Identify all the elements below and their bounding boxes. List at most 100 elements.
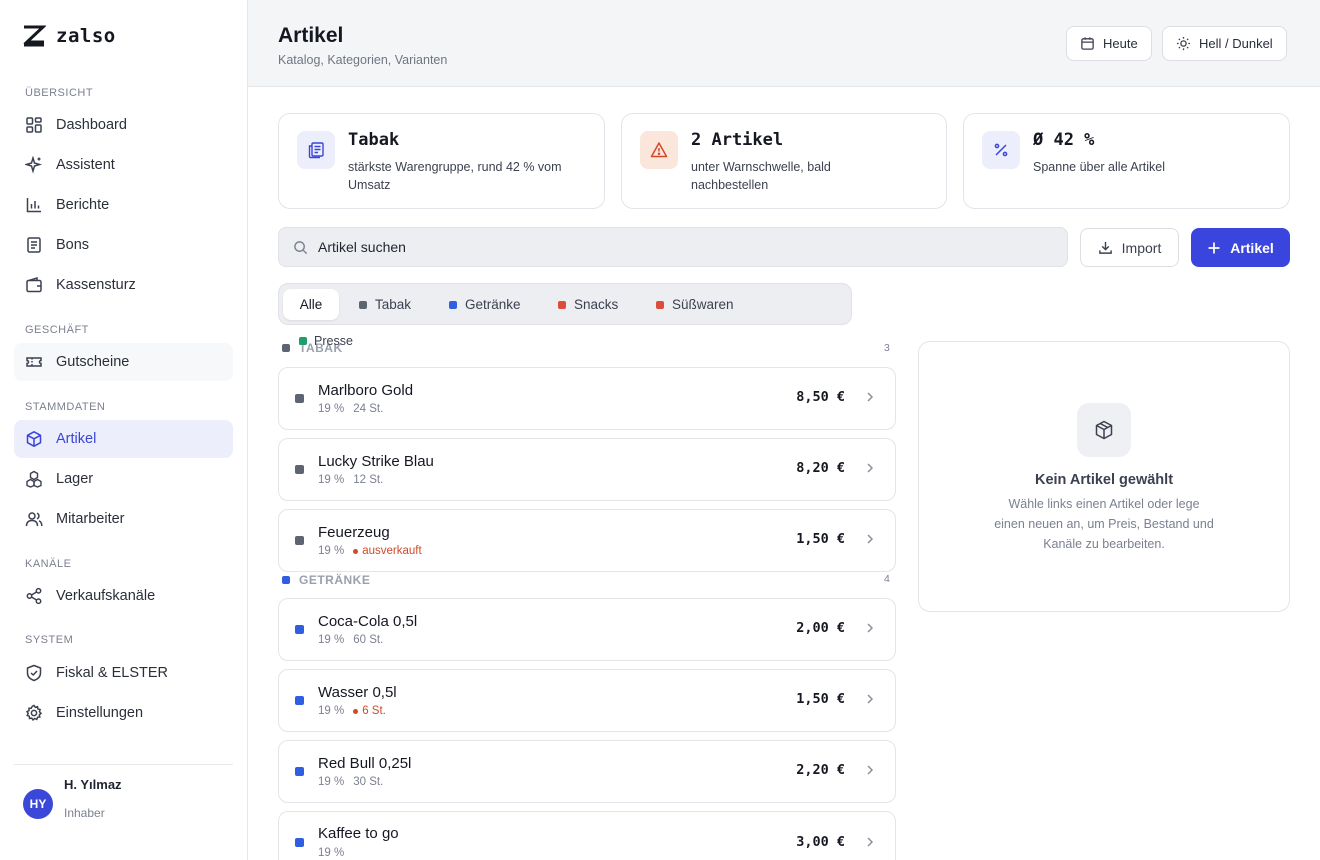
article-stock: 30 St. <box>353 776 384 788</box>
sidebar-item-verkaufskanaele[interactable]: Verkaufskanäle <box>14 577 233 615</box>
sidebar-item-einstellungen[interactable]: Einstellungen <box>14 694 233 732</box>
article-name: Coca-Cola 0,5l <box>318 613 418 630</box>
warning-icon <box>650 142 668 158</box>
add-article-button[interactable]: Artikel <box>1191 228 1290 267</box>
sidebar-item-mitarbeiter[interactable]: Mitarbeiter <box>14 500 233 538</box>
article-meta: 19 % ausverkauft <box>318 545 422 557</box>
chevron-right-icon <box>867 837 874 847</box>
article-row[interactable]: Kaffee to go 19 % 3,00 € <box>278 811 896 860</box>
category-dot <box>282 576 290 584</box>
empty-state-icon-wrap <box>1077 403 1131 457</box>
article-name: Kaffee to go <box>318 825 399 842</box>
theme-label: Hell / Dunkel <box>1199 36 1273 51</box>
category-dot <box>295 394 304 403</box>
sidebar-item-label: Berichte <box>56 197 110 213</box>
sidebar-item-gutscheine[interactable]: Gutscheine <box>14 343 233 381</box>
kpi-icon-wrap <box>297 131 335 169</box>
chevron-right-icon <box>867 694 874 704</box>
sun-icon <box>1176 36 1191 51</box>
kpi-icon-wrap <box>640 131 678 169</box>
logo[interactable]: zalso <box>22 25 116 47</box>
filter-chip-suesswaren[interactable]: Süßwaren <box>644 289 746 320</box>
article-row[interactable]: Wasser 0,5l 19 % 6 St. 1,50 € <box>278 669 896 732</box>
shield-icon <box>26 664 42 682</box>
sidebar-item-lager[interactable]: Lager <box>14 460 233 498</box>
add-article-label: Artikel <box>1230 239 1274 256</box>
nav-section-geschaeft: GESCHÄFT <box>25 324 89 336</box>
filter-chip-snacks[interactable]: Snacks <box>546 289 630 320</box>
sidebar-item-label: Assistent <box>56 157 115 173</box>
kpi-description: stärkste Warengruppe, rund 42 % vom Umsa… <box>348 160 562 192</box>
search-input[interactable] <box>318 239 1018 255</box>
chevron-right-icon <box>867 534 874 544</box>
filter-chip-tabak[interactable]: Tabak <box>347 289 423 320</box>
article-row[interactable]: Marlboro Gold 19 % 24 St. 8,50 € <box>278 367 896 430</box>
kpi-description: Spanne über alle Artikel <box>1033 160 1166 174</box>
kpi-card-top-category: Tabak stärkste Warengruppe, rund 42 % vo… <box>278 113 605 209</box>
sidebar-item-berichte[interactable]: Berichte <box>14 186 233 224</box>
article-meta: 19 % 12 St. <box>318 474 383 486</box>
article-row[interactable]: Coca-Cola 0,5l 19 % 60 St. 2,00 € <box>278 598 896 661</box>
divider <box>14 764 233 765</box>
chip-label: Getränke <box>465 297 521 312</box>
group-label: GETRÄNKE <box>299 573 371 587</box>
article-meta: 19 % 60 St. <box>318 634 383 646</box>
chip-label: Tabak <box>375 297 412 312</box>
today-button[interactable]: Heute <box>1066 26 1152 61</box>
nav-section-kanaele: KANÄLE <box>25 558 72 570</box>
sidebar-item-artikel[interactable]: Artikel <box>14 420 233 458</box>
category-dot <box>295 536 304 545</box>
article-row[interactable]: Red Bull 0,25l 19 % 30 St. 2,20 € <box>278 740 896 803</box>
document-icon <box>308 142 324 159</box>
plus-icon <box>1208 242 1220 253</box>
filter-chip-presse[interactable]: Presse <box>299 334 353 348</box>
chip-label: Presse <box>314 334 353 348</box>
filter-chip-alle[interactable]: Alle <box>283 289 339 320</box>
article-vat: 19 % <box>318 847 345 859</box>
kpi-title: Tabak <box>348 130 400 150</box>
article-meta: 19 % 24 St. <box>318 403 383 415</box>
filter-chip-getraenke[interactable]: Getränke <box>437 289 533 320</box>
article-price: 3,00 € <box>796 834 845 850</box>
category-dot <box>295 767 304 776</box>
avatar[interactable]: HY <box>23 789 53 819</box>
category-dot <box>295 838 304 847</box>
category-dot <box>656 300 664 309</box>
chip-label: Süßwaren <box>672 297 734 312</box>
article-price: 1,50 € <box>796 691 845 707</box>
sidebar-item-dashboard[interactable]: Dashboard <box>14 106 233 144</box>
nav-section-uebersicht: ÜBERSICHT <box>25 87 94 99</box>
sidebar-item-kassensturz[interactable]: Kassensturz <box>14 266 233 304</box>
article-row[interactable]: Lucky Strike Blau 19 % 12 St. 8,20 € <box>278 438 896 501</box>
sidebar-item-bons[interactable]: Bons <box>14 226 233 264</box>
share-icon <box>26 587 42 605</box>
article-detail-panel: Kein Artikel gewählt Wähle links einen A… <box>918 341 1290 612</box>
sidebar-item-label: Verkaufskanäle <box>56 588 156 604</box>
article-row[interactable]: Feuerzeug 19 % ausverkauft 1,50 € <box>278 509 896 572</box>
sidebar-item-fiskal[interactable]: Fiskal & ELSTER <box>14 654 233 692</box>
ticket-icon <box>26 357 42 367</box>
search-icon <box>294 240 308 254</box>
gear-icon <box>25 704 43 721</box>
theme-toggle-button[interactable]: Hell / Dunkel <box>1162 26 1287 61</box>
stock-warning: 6 St. <box>353 705 386 717</box>
chevron-right-icon <box>867 392 874 402</box>
sidebar-item-assistent[interactable]: Assistent <box>14 146 233 184</box>
sidebar-item-label: Mitarbeiter <box>56 511 125 527</box>
user-name: H. Yılmaz <box>64 777 122 792</box>
chevron-right-icon <box>867 765 874 775</box>
import-button[interactable]: Import <box>1080 228 1179 267</box>
empty-state-text: Wähle links einen Artikel oder lege eine… <box>994 497 1214 551</box>
chevron-right-icon <box>867 623 874 633</box>
page-title: Artikel <box>278 24 344 47</box>
kpi-title: 2 Artikel <box>691 130 784 150</box>
kpi-card-margin: Ø 42 % Spanne über alle Artikel <box>963 113 1290 209</box>
sidebar-item-label: Bons <box>56 237 90 253</box>
empty-state-title: Kein Artikel gewählt <box>1034 472 1174 488</box>
sidebar-item-label: Dashboard <box>56 117 127 133</box>
page-subtitle: Katalog, Kategorien, Varianten <box>278 53 448 67</box>
article-name: Feuerzeug <box>318 524 390 541</box>
nav-section-system: SYSTEM <box>25 634 74 646</box>
article-vat: 19 % <box>318 776 345 788</box>
sidebar-item-label: Artikel <box>56 431 97 447</box>
